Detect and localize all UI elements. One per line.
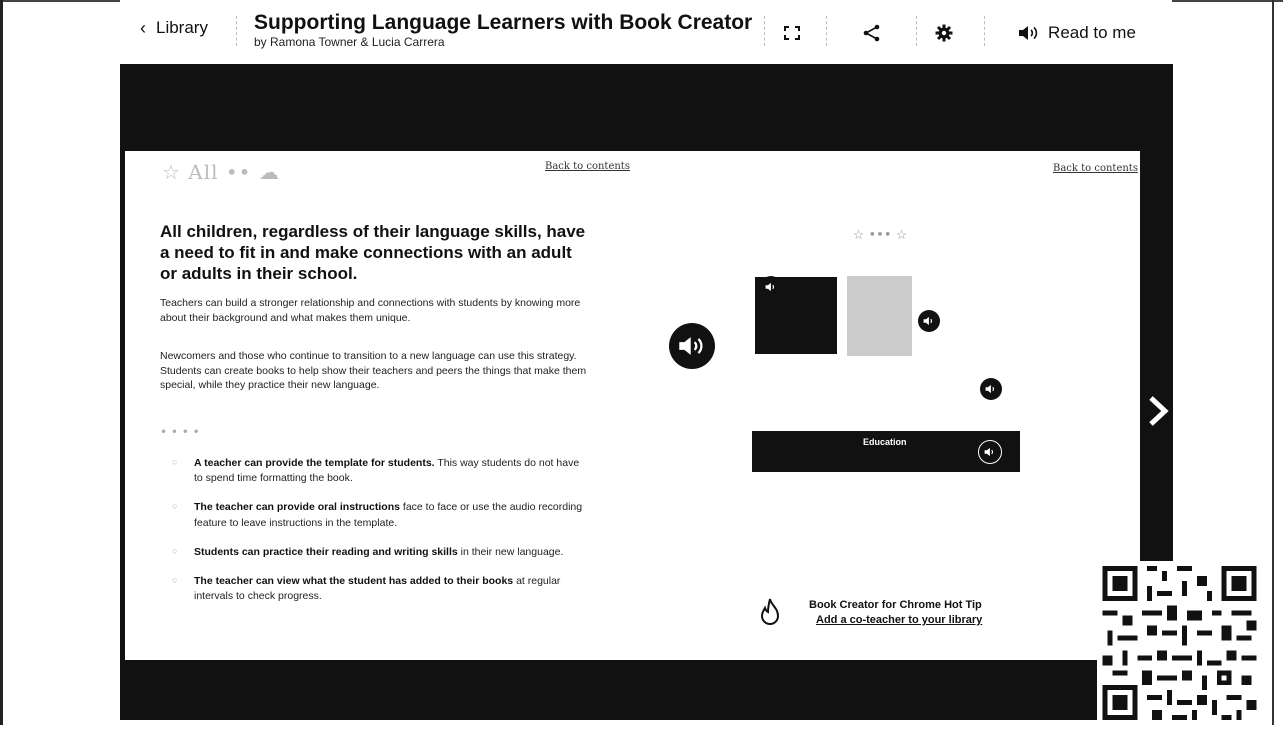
speaker-icon xyxy=(923,316,932,326)
back-to-contents-link-right[interactable]: Back to contents xyxy=(1053,163,1138,174)
share-icon xyxy=(863,24,880,42)
list-item: ○ Students can practice their reading and… xyxy=(168,545,588,560)
paragraph-relationships: Teachers can build a stronger relationsh… xyxy=(160,297,581,324)
toolbar-divider xyxy=(916,16,918,46)
gear-icon xyxy=(935,24,953,42)
bullet-bold: Students can practice their reading and … xyxy=(194,545,458,558)
preview-education-label: Education xyxy=(863,437,907,447)
bullet-bold: The teacher can view what the student ha… xyxy=(194,575,514,588)
preview-tile xyxy=(847,276,912,356)
section-label-graphic: • • • • xyxy=(160,425,200,439)
speaker-icon xyxy=(765,282,774,292)
back-to-library-button[interactable]: ‹ Library xyxy=(140,18,208,38)
chevron-right-icon xyxy=(1149,396,1169,426)
book-title: Supporting Language Learners with Book C… xyxy=(254,11,753,34)
preview-audio-button[interactable] xyxy=(980,378,1002,400)
preview-title-graphic: ☆ ••• ☆ xyxy=(852,228,908,243)
example-book-preview xyxy=(738,195,1033,543)
list-item: ○ The teacher can view what the student h… xyxy=(168,574,588,604)
qr-code xyxy=(1097,561,1262,725)
speaker-icon xyxy=(679,337,703,355)
toolbar-divider xyxy=(984,16,986,46)
window-left-border xyxy=(0,0,3,725)
list-item: ○ A teacher can provide the template for … xyxy=(168,456,588,486)
bullet-icon: ○ xyxy=(172,457,178,467)
paragraph-newcomers: Newcomers and those who continue to tran… xyxy=(160,350,587,392)
preview-audio-button[interactable] xyxy=(978,440,1002,464)
bullet-icon: ○ xyxy=(172,545,178,556)
back-label: Library xyxy=(156,18,208,37)
page-header-graphic: ☆ All •• ☁ xyxy=(162,160,280,184)
toolbar-divider xyxy=(826,16,828,46)
chevron-left-icon: ‹ xyxy=(140,18,146,38)
toolbar-divider xyxy=(764,16,766,46)
speaker-icon xyxy=(985,384,994,394)
bullet-icon: ○ xyxy=(172,575,178,586)
read-to-me-button[interactable]: Read to me xyxy=(1012,18,1142,48)
flame-icon xyxy=(757,597,783,627)
fullscreen-icon xyxy=(784,26,800,40)
fullscreen-button[interactable] xyxy=(778,18,806,48)
next-page-button[interactable] xyxy=(1147,394,1171,428)
preview-tile xyxy=(955,282,1000,342)
window-right-border xyxy=(1272,0,1274,725)
settings-button[interactable] xyxy=(930,18,958,48)
play-audio-button[interactable] xyxy=(669,323,715,369)
speaker-icon xyxy=(984,447,993,457)
hot-tip-title: Book Creator for Chrome Hot Tip xyxy=(809,599,982,611)
page-heading: All children, regardless of their langua… xyxy=(160,222,586,283)
read-to-me-label: Read to me xyxy=(1048,23,1136,42)
back-to-contents-link[interactable]: Back to contents xyxy=(545,161,630,172)
add-co-teacher-link[interactable]: Add a co-teacher to your library xyxy=(816,614,982,626)
toolbar-divider xyxy=(236,16,238,46)
preview-audio-button[interactable] xyxy=(760,276,782,298)
speaker-icon xyxy=(1019,26,1038,40)
list-item: ○ The teacher can provide oral instructio… xyxy=(168,500,588,530)
bullet-text: in their new language. xyxy=(457,545,564,558)
bullet-icon: ○ xyxy=(172,501,178,512)
teacher-tips-list: ○ A teacher can provide the template for … xyxy=(168,456,588,619)
book-authors: by Ramona Towner & Lucia Carrera xyxy=(254,35,445,49)
bullet-bold: The teacher can provide oral instruction… xyxy=(194,501,400,514)
share-button[interactable] xyxy=(858,18,886,48)
bullet-bold: A teacher can provide the template for s… xyxy=(194,457,435,469)
preview-audio-button[interactable] xyxy=(918,310,940,332)
